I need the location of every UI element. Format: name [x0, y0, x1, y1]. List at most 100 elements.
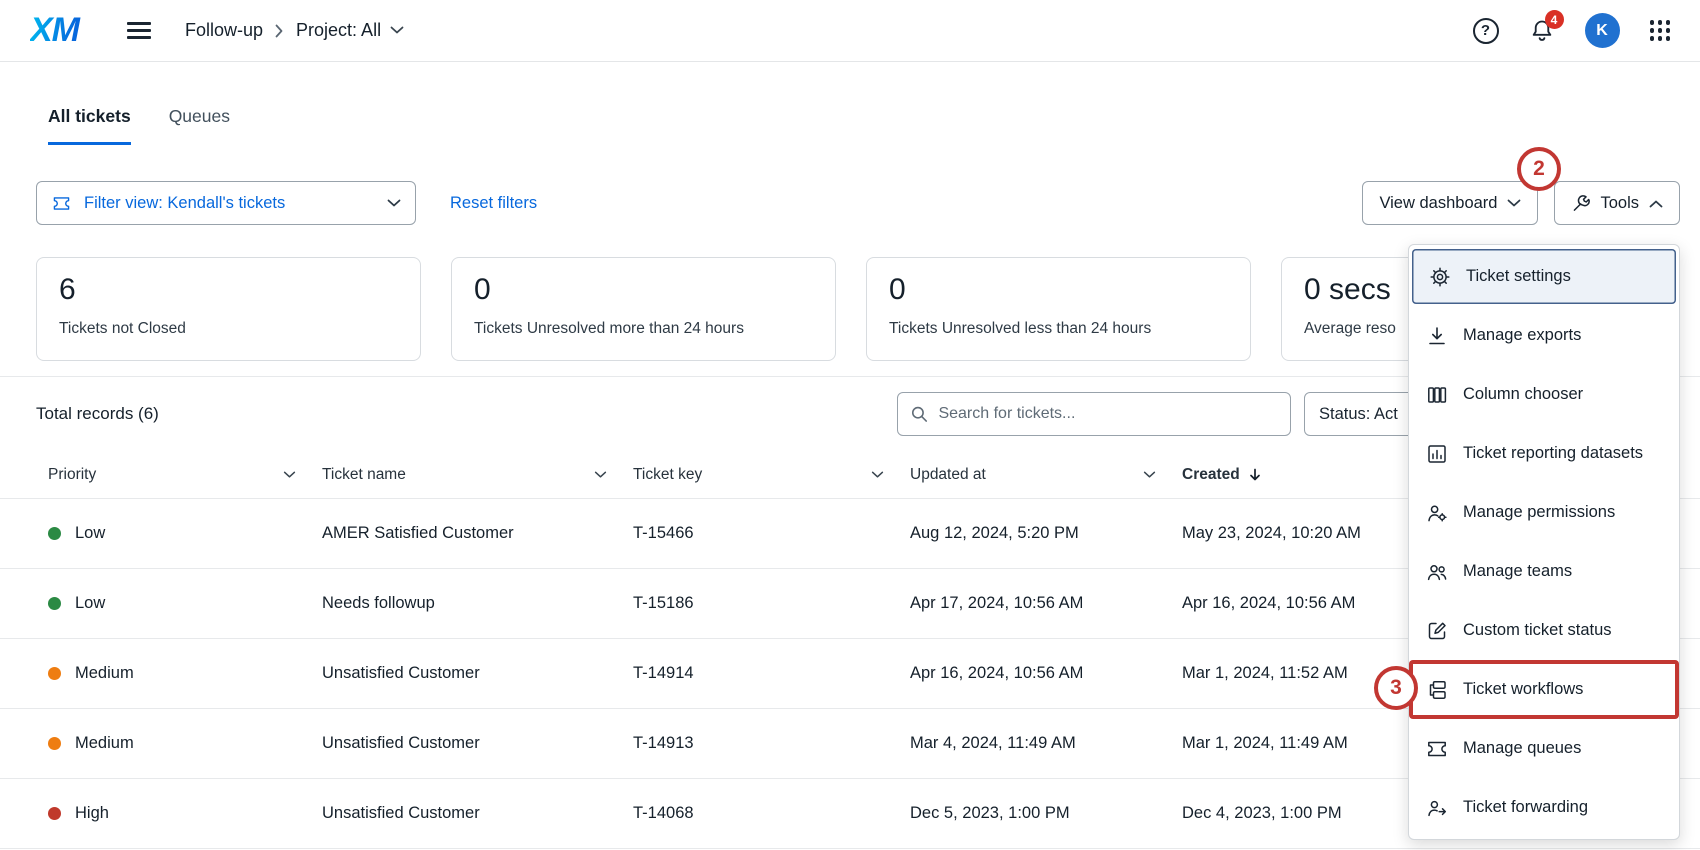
breadcrumb-project[interactable]: Project: All: [296, 20, 404, 41]
annotation-step-2: 2: [1517, 147, 1561, 191]
search-box: [897, 392, 1291, 436]
priority-label: Medium: [75, 734, 134, 753]
column-label: Created: [1182, 466, 1240, 484]
menu-item-label: Ticket workflows: [1463, 680, 1583, 699]
menu-item-label: Ticket forwarding: [1463, 798, 1588, 817]
edit-icon: [1425, 620, 1449, 642]
menu-item-manage-teams[interactable]: Manage teams: [1409, 542, 1679, 601]
chevron-down-icon: [871, 471, 884, 479]
priority-label: Low: [75, 524, 105, 543]
stat-value: 0: [474, 273, 813, 307]
notification-badge: 4: [1545, 10, 1564, 29]
tools-button[interactable]: Tools: [1554, 181, 1680, 225]
priority-label: Medium: [75, 664, 134, 683]
breadcrumb-followup[interactable]: Follow-up: [185, 20, 263, 41]
chevron-down-icon: [1143, 471, 1156, 479]
menu-item-label: Custom ticket status: [1463, 621, 1612, 640]
menu-item-label: Ticket reporting datasets: [1463, 444, 1643, 463]
menu-item-manage-exports[interactable]: Manage exports: [1409, 306, 1679, 365]
menu-item-ticket-forwarding[interactable]: Ticket forwarding: [1409, 778, 1679, 837]
chevron-right-icon: [275, 24, 284, 38]
filter-view-label: Filter view: Kendall's tickets: [84, 194, 375, 213]
breadcrumb: Follow-up Project: All: [185, 20, 404, 41]
filter-view-dropdown[interactable]: Filter view: Kendall's tickets: [36, 181, 416, 225]
ticket-key: T-15466: [633, 524, 910, 543]
priority-label: High: [75, 804, 109, 823]
forward-arrow-icon: [1425, 797, 1449, 819]
help-icon[interactable]: ?: [1473, 18, 1499, 44]
tab-all-tickets[interactable]: All tickets: [48, 106, 131, 145]
tab-bar: All tickets Queues: [0, 106, 1700, 145]
chevron-down-icon: [283, 471, 296, 479]
menu-item-manage-permissions[interactable]: Manage permissions: [1409, 483, 1679, 542]
ticket-name: Needs followup: [322, 594, 633, 613]
stat-label: Tickets Unresolved more than 24 hours: [474, 320, 813, 338]
chevron-down-icon: [390, 26, 404, 35]
avatar[interactable]: K: [1585, 13, 1620, 48]
tools-label: Tools: [1600, 194, 1639, 213]
ticket-icon: [1425, 738, 1449, 760]
column-header-ticket-name[interactable]: Ticket name: [322, 466, 633, 484]
ticket-name: Unsatisfied Customer: [322, 804, 633, 823]
bar-chart-icon: [1425, 443, 1449, 465]
search-input[interactable]: [938, 405, 1278, 423]
ticket-name: Unsatisfied Customer: [322, 664, 633, 683]
gear-icon: [1428, 266, 1452, 288]
columns-icon: [1425, 384, 1449, 406]
stat-card-not-closed: 6 Tickets not Closed: [36, 257, 421, 361]
breadcrumb-project-label: Project: All: [296, 20, 381, 41]
priority-dot: [48, 597, 61, 610]
workflow-icon: [1425, 679, 1449, 701]
menu-item-column-chooser[interactable]: Column chooser: [1409, 365, 1679, 424]
column-header-priority[interactable]: Priority: [48, 466, 322, 484]
ticket-name: AMER Satisfied Customer: [322, 524, 633, 543]
ticket-key: T-14913: [633, 734, 910, 753]
menu-item-label: Manage exports: [1463, 326, 1581, 345]
menu-item-custom-ticket-status[interactable]: Custom ticket status: [1409, 601, 1679, 660]
chevron-down-icon: [594, 471, 607, 479]
person-gear-icon: [1425, 502, 1449, 524]
search-icon: [910, 404, 928, 424]
reset-filters-link[interactable]: Reset filters: [450, 194, 537, 213]
hamburger-menu-icon[interactable]: [127, 20, 151, 40]
column-header-updated-at[interactable]: Updated at: [910, 466, 1182, 484]
tab-queues[interactable]: Queues: [169, 106, 230, 145]
download-icon: [1425, 325, 1449, 347]
ticket-name: Unsatisfied Customer: [322, 734, 633, 753]
stat-value: 6: [59, 273, 398, 307]
total-records: Total records (6): [36, 404, 159, 424]
wrench-icon: [1571, 194, 1590, 213]
updated-at: Apr 16, 2024, 10:56 AM: [910, 664, 1182, 683]
sort-desc-icon: [1249, 468, 1261, 482]
notifications-button[interactable]: 4: [1529, 18, 1555, 43]
menu-item-ticket-settings[interactable]: Ticket settings: [1412, 249, 1676, 304]
stat-label: Tickets not Closed: [59, 320, 398, 338]
updated-at: Mar 4, 2024, 11:49 AM: [910, 734, 1182, 753]
column-header-ticket-key[interactable]: Ticket key: [633, 466, 910, 484]
view-dashboard-label: View dashboard: [1379, 194, 1497, 213]
ticket-icon: [51, 194, 72, 213]
view-dashboard-button[interactable]: View dashboard: [1362, 181, 1538, 225]
stat-label: Tickets Unresolved less than 24 hours: [889, 320, 1228, 338]
menu-item-ticket-workflows[interactable]: Ticket workflows: [1409, 660, 1679, 719]
ticket-key: T-14068: [633, 804, 910, 823]
updated-at: Aug 12, 2024, 5:20 PM: [910, 524, 1182, 543]
menu-item-ticket-reporting-datasets[interactable]: Ticket reporting datasets: [1409, 424, 1679, 483]
app-grid-icon[interactable]: [1650, 20, 1671, 41]
priority-dot: [48, 807, 61, 820]
menu-item-label: Manage permissions: [1463, 503, 1615, 522]
filter-bar: Filter view: Kendall's tickets Reset fil…: [0, 181, 1700, 225]
menu-item-manage-queues[interactable]: Manage queues: [1409, 719, 1679, 778]
status-filter-label: Status: Act: [1319, 405, 1398, 424]
ticket-key: T-14914: [633, 664, 910, 683]
chevron-down-icon: [387, 199, 401, 208]
stat-card-unresolved-less-24h: 0 Tickets Unresolved less than 24 hours: [866, 257, 1251, 361]
priority-label: Low: [75, 594, 105, 613]
annotation-step-3: 3: [1374, 666, 1418, 710]
column-label: Updated at: [910, 466, 986, 484]
topbar-actions: ? 4 K: [1473, 13, 1671, 48]
xm-logo[interactable]: XM: [30, 11, 87, 50]
updated-at: Apr 17, 2024, 10:56 AM: [910, 594, 1182, 613]
menu-item-label: Column chooser: [1463, 385, 1583, 404]
topbar: XM Follow-up Project: All ? 4 K: [0, 0, 1700, 62]
